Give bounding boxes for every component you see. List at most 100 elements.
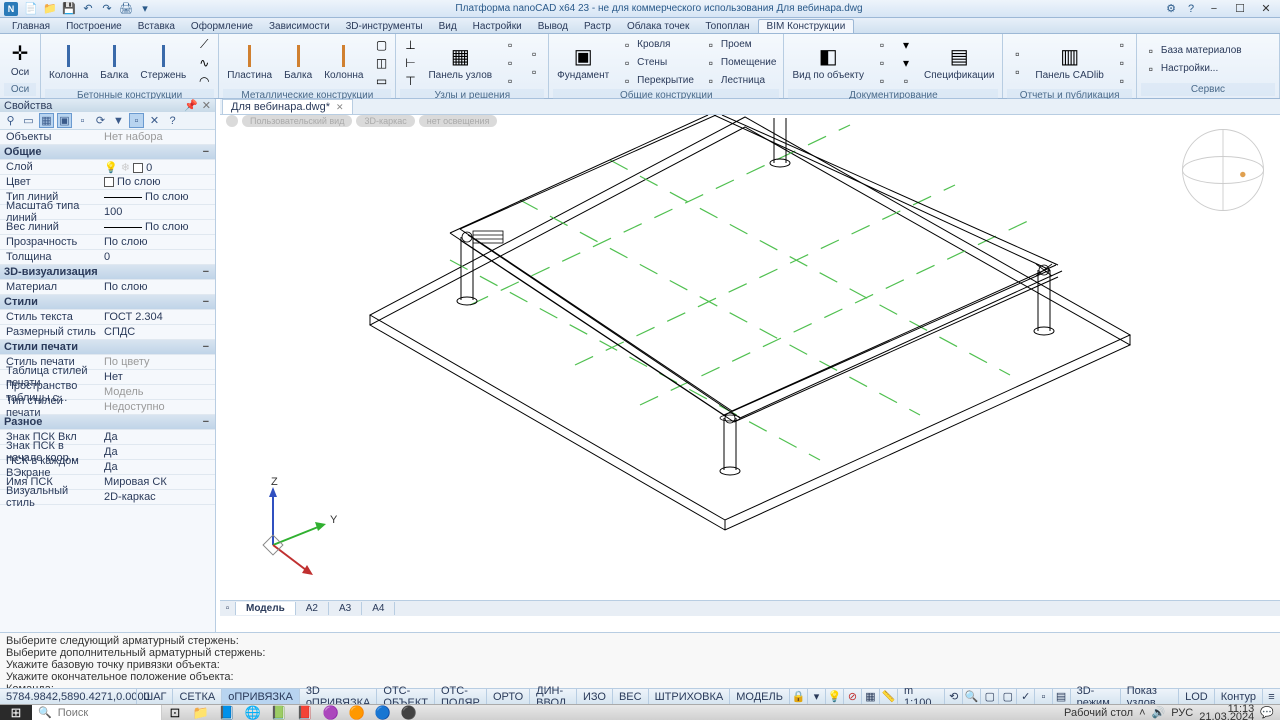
tab-Построение[interactable]: Построение: [58, 20, 130, 33]
prop-row[interactable]: МатериалПо слою: [0, 280, 215, 295]
undo-icon[interactable]: ↶: [81, 2, 95, 16]
qat-more-icon[interactable]: ▾: [138, 2, 152, 16]
help-icon[interactable]: ?: [1182, 1, 1200, 17]
ribbon-small-button[interactable]: ▫: [1007, 63, 1027, 80]
tab-3D-инструменты[interactable]: 3D-инструменты: [338, 20, 431, 33]
zoom-icon[interactable]: 🔍: [962, 689, 980, 704]
open-icon[interactable]: 📁: [43, 2, 57, 16]
tab-Вставка[interactable]: Вставка: [130, 20, 183, 33]
prop-row[interactable]: Слой💡 ❄ 0: [0, 160, 215, 175]
tool-icon[interactable]: ▼: [111, 113, 126, 128]
tool-icon[interactable]: ▣: [57, 113, 72, 128]
start-button[interactable]: ⊞: [0, 705, 32, 720]
model-space-button[interactable]: МОДЕЛЬ: [729, 689, 789, 704]
ribbon-small-button[interactable]: ▫: [524, 45, 544, 62]
tab-Настройки[interactable]: Настройки: [465, 20, 530, 33]
new-icon[interactable]: 📄: [24, 2, 38, 16]
model-tab[interactable]: A3: [329, 602, 362, 615]
status-toggle[interactable]: 3D-режим: [1070, 689, 1120, 704]
status-icon[interactable]: ▤: [1052, 689, 1070, 704]
model-tab[interactable]: A4: [362, 602, 395, 615]
ribbon-small-button[interactable]: ▫: [1112, 54, 1132, 71]
status-icon[interactable]: ▦: [861, 689, 879, 704]
ribbon-small-button[interactable]: ▾: [896, 54, 916, 71]
status-icon[interactable]: 💡: [825, 689, 843, 704]
view-by-object-button[interactable]: ◧Вид по объекту: [788, 42, 868, 83]
ribbon-small-button[interactable]: ▫: [524, 63, 544, 80]
status-icon[interactable]: ⊘: [843, 689, 861, 704]
prop-group-header[interactable]: Стили печати−: [0, 340, 215, 355]
prop-group-header[interactable]: Общие−: [0, 145, 215, 160]
status-toggle[interactable]: 3D оПРИВЯЗКА: [299, 689, 377, 704]
status-icon[interactable]: ▾: [807, 689, 825, 704]
ribbon-button[interactable]: Балка: [96, 42, 132, 83]
app-icon[interactable]: 🟣: [318, 705, 344, 720]
app-icon[interactable]: ⚫: [396, 705, 422, 720]
language-indicator[interactable]: РУС: [1171, 707, 1193, 719]
close-button[interactable]: ✕: [1254, 1, 1278, 17]
prop-row[interactable]: Стиль текстаГОСТ 2.304: [0, 310, 215, 325]
prop-row[interactable]: ПрозрачностьПо слою: [0, 235, 215, 250]
close-icon[interactable]: ✕: [202, 99, 211, 112]
status-icon[interactable]: ▢: [980, 689, 998, 704]
ribbon-small-button[interactable]: ▫: [1007, 45, 1027, 62]
tool-icon[interactable]: ▦: [39, 113, 54, 128]
taskview-icon[interactable]: ⊡: [162, 705, 188, 720]
scale-display[interactable]: m 1:100: [897, 689, 944, 704]
prop-row[interactable]: Толщина0: [0, 250, 215, 265]
status-toggle[interactable]: Контур: [1214, 689, 1262, 704]
search-box[interactable]: 🔍Поиск: [32, 705, 162, 720]
tab-Вывод[interactable]: Вывод: [530, 20, 576, 33]
ribbon-small-button[interactable]: ▫Лестница: [701, 72, 780, 89]
tool-icon[interactable]: ▫: [129, 113, 144, 128]
tool-icon[interactable]: ⟳: [93, 113, 108, 128]
ribbon-small-button[interactable]: ▫Помещение: [701, 54, 780, 71]
document-tab[interactable]: Для вебинара.dwg*✕: [222, 99, 353, 114]
ribbon-small-button[interactable]: ▫Перекрытие: [617, 72, 697, 89]
tab-BIM Конструкции[interactable]: BIM Конструкции: [758, 19, 855, 33]
app-icon[interactable]: 📗: [266, 705, 292, 720]
status-toggle[interactable]: LOD: [1178, 689, 1214, 704]
prop-group-header[interactable]: Разное−: [0, 415, 215, 430]
ribbon-small-button[interactable]: ▭: [371, 72, 391, 89]
tray-chevron-icon[interactable]: ˄: [1139, 707, 1145, 719]
pin-icon[interactable]: 📌: [184, 99, 198, 112]
minimize-button[interactable]: −: [1202, 1, 1226, 17]
ribbon-button[interactable]: Пластина: [223, 42, 276, 83]
prop-row[interactable]: Визуальный стиль2D-каркас: [0, 490, 215, 505]
status-icon[interactable]: ▫: [1034, 689, 1051, 704]
ribbon-button[interactable]: Колонна: [45, 42, 92, 83]
prop-row[interactable]: Цвет По слою: [0, 175, 215, 190]
app-icon[interactable]: 📘: [214, 705, 240, 720]
clock[interactable]: 11:1321.03.2024: [1199, 705, 1254, 721]
tab-Топоплан[interactable]: Топоплан: [697, 20, 757, 33]
node-panel-button[interactable]: ▦Панель узлов: [424, 42, 496, 83]
ribbon-small-button[interactable]: ▫: [500, 54, 520, 71]
explorer-icon[interactable]: 📁: [188, 705, 214, 720]
model-tab[interactable]: Модель: [236, 602, 296, 615]
app-icon[interactable]: 📕: [292, 705, 318, 720]
status-toggle[interactable]: ИЗО: [576, 689, 612, 704]
tab-Зависимости[interactable]: Зависимости: [261, 20, 338, 33]
ribbon-small-button[interactable]: ▫: [872, 54, 892, 71]
ribbon-small-button[interactable]: ▫База материалов: [1141, 42, 1245, 59]
ribbon-small-button[interactable]: ▫: [500, 36, 520, 53]
app-icon[interactable]: 🟠: [344, 705, 370, 720]
filter-icon[interactable]: ⚲: [3, 113, 18, 128]
ribbon-small-button[interactable]: ▫Настройки...: [1141, 60, 1245, 77]
ribbon-small-button[interactable]: ▫: [896, 72, 916, 89]
ribbon-small-button[interactable]: ▫Проем: [701, 36, 780, 53]
tab-Вид[interactable]: Вид: [431, 20, 465, 33]
tab-Растр[interactable]: Растр: [576, 20, 619, 33]
status-toggle[interactable]: ОТС-ПОЛЯР: [434, 689, 486, 704]
redo-icon[interactable]: ↷: [100, 2, 114, 16]
view-pill[interactable]: [226, 115, 238, 127]
prop-row[interactable]: Вес линий По слою: [0, 220, 215, 235]
status-icon[interactable]: ✓: [1016, 689, 1034, 704]
tray-icon[interactable]: 🔊: [1152, 706, 1166, 719]
model-tab[interactable]: A2: [296, 602, 329, 615]
ribbon-small-button[interactable]: ◠: [194, 72, 214, 89]
select-icon[interactable]: ▭: [21, 113, 36, 128]
ribbon-small-button[interactable]: ▾: [896, 36, 916, 53]
ribbon-small-button[interactable]: ◫: [371, 54, 391, 71]
